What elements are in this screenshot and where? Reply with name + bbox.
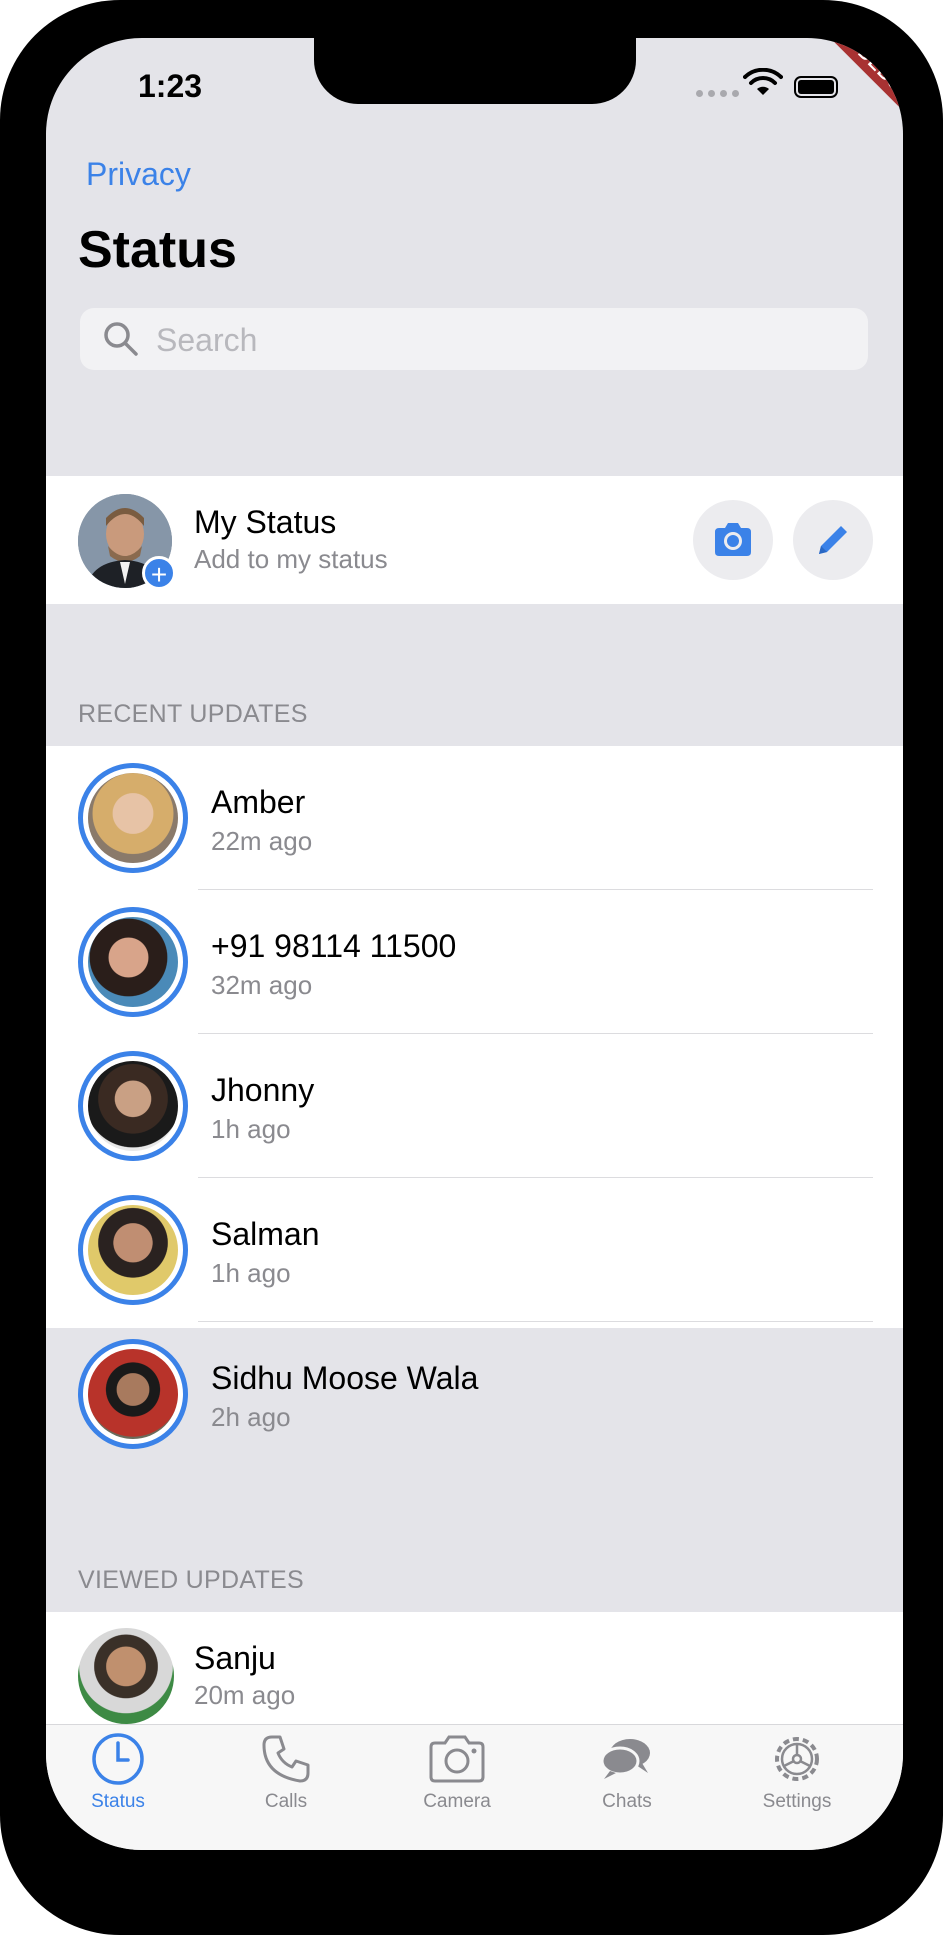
- camera-icon: [715, 523, 751, 556]
- contact-name: +91 98114 11500: [211, 928, 457, 964]
- gear-icon: [775, 1737, 819, 1781]
- status-row-salman[interactable]: Salman 1h ago: [46, 1178, 903, 1322]
- contact-avatar: [78, 1628, 174, 1724]
- camera-status-button[interactable]: [693, 500, 773, 580]
- unseen-status-ring: [78, 907, 188, 1017]
- search-icon: [104, 322, 138, 356]
- unseen-status-ring: [78, 1051, 188, 1161]
- tab-status[interactable]: Status: [58, 1731, 178, 1813]
- camera-icon: [429, 1735, 485, 1783]
- pencil-icon: [819, 526, 847, 554]
- tab-settings[interactable]: Settings: [737, 1731, 857, 1813]
- search-input[interactable]: [154, 308, 858, 372]
- tab-label: Settings: [762, 1791, 832, 1812]
- contact-name: Amber: [211, 784, 306, 820]
- status-time: 1h ago: [211, 1258, 291, 1288]
- tab-label: Calls: [264, 1791, 308, 1812]
- tab-calls[interactable]: Calls: [226, 1731, 346, 1813]
- unseen-status-ring: [78, 1195, 188, 1305]
- tab-camera[interactable]: Camera: [397, 1731, 517, 1813]
- tab-chats[interactable]: Chats: [567, 1731, 687, 1813]
- text-status-button[interactable]: [793, 500, 873, 580]
- status-row-phone-number[interactable]: +91 98114 11500 32m ago: [46, 890, 903, 1034]
- app-screen: 1:23 DEBUG Privacy Status Search + My St…: [46, 38, 903, 1850]
- chat-bubbles-icon: [600, 1739, 650, 1779]
- contact-name: Sidhu Moose Wala: [211, 1360, 479, 1396]
- clock-icon: [92, 1733, 144, 1785]
- contact-avatar: [88, 1205, 178, 1295]
- battery-icon: [794, 76, 838, 98]
- status-row-jhonny[interactable]: Jhonny 1h ago: [46, 1034, 903, 1178]
- tab-bar: Status Calls Camera Chats Settings: [46, 1724, 903, 1850]
- contact-avatar: [88, 917, 178, 1007]
- viewed-updates-header: VIEWED UPDATES: [78, 1566, 304, 1594]
- unseen-status-ring: [78, 763, 188, 873]
- status-time: 2h ago: [211, 1402, 291, 1432]
- phone-frame: 1:23 DEBUG Privacy Status Search + My St…: [0, 0, 943, 1935]
- add-status-icon[interactable]: +: [142, 556, 176, 590]
- my-status-subtitle: Add to my status: [194, 544, 388, 574]
- contact-name: Sanju: [194, 1640, 276, 1676]
- wifi-icon: [743, 68, 783, 95]
- contact-name: Salman: [211, 1216, 320, 1252]
- status-time: 1h ago: [211, 1114, 291, 1144]
- contact-avatar: [88, 773, 178, 863]
- status-time: 32m ago: [211, 970, 313, 1000]
- privacy-back-link[interactable]: Privacy: [86, 156, 191, 193]
- status-row-sidhu-moose-wala[interactable]: Sidhu Moose Wala 2h ago: [46, 1322, 903, 1466]
- phone-icon: [262, 1735, 310, 1783]
- my-status-row[interactable]: + My Status Add to my status: [46, 476, 903, 604]
- clock: 1:23: [138, 68, 203, 104]
- search-bar[interactable]: [80, 308, 868, 372]
- status-time: 20m ago: [194, 1680, 296, 1710]
- contact-name: Jhonny: [211, 1072, 315, 1108]
- unseen-status-ring: [78, 1339, 188, 1449]
- tab-label: Chats: [602, 1791, 652, 1812]
- recent-updates-header: RECENT UPDATES: [78, 700, 308, 728]
- status-time: 22m ago: [211, 826, 313, 856]
- contact-avatar: [88, 1349, 178, 1439]
- recent-updates-list: Amber 22m ago +91 98114 11500 32m ago Jh…: [46, 746, 903, 1449]
- tab-label: Camera: [423, 1791, 491, 1812]
- status-row-amber[interactable]: Amber 22m ago: [46, 746, 903, 890]
- contact-avatar: [88, 1061, 178, 1151]
- notch: [314, 38, 636, 104]
- cellular-signal-icon: [696, 90, 739, 97]
- page-title: Status: [78, 221, 237, 279]
- tab-label: Status: [91, 1791, 145, 1812]
- my-status-name: My Status: [194, 504, 337, 540]
